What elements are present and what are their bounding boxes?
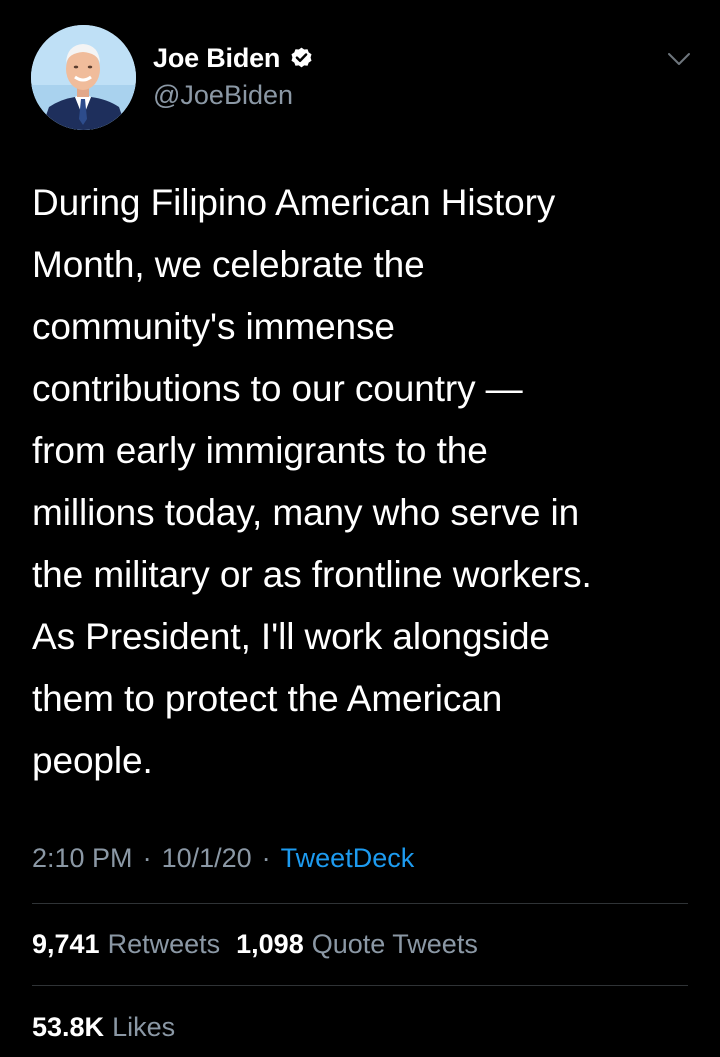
tweet-detail: Joe Biden @JoeBiden During Filipino Amer… <box>0 0 720 1057</box>
avatar[interactable] <box>31 25 136 130</box>
author-handle[interactable]: @JoeBiden <box>153 80 293 111</box>
likes-count: 53.8K <box>32 1011 105 1042</box>
quote-tweets-stat[interactable]: 1,098 Quote Tweets <box>236 929 478 960</box>
likes-stats: 53.8K Likes <box>32 1007 191 1047</box>
quote-tweets-label: Quote Tweets <box>311 928 478 959</box>
divider <box>32 903 688 904</box>
tweet-source-link[interactable]: TweetDeck <box>281 843 415 874</box>
quote-tweets-count: 1,098 <box>236 928 304 959</box>
likes-label: Likes <box>112 1011 176 1042</box>
tweet-date[interactable]: 10/1/20 <box>162 843 252 874</box>
more-options-button[interactable] <box>664 46 694 72</box>
profile-photo-icon <box>31 25 136 130</box>
tweet-time[interactable]: 2:10 PM <box>32 843 133 874</box>
author-name-row[interactable]: Joe Biden <box>153 40 314 76</box>
verified-badge-icon <box>289 46 314 71</box>
divider <box>32 985 688 986</box>
likes-stat[interactable]: 53.8K Likes <box>32 1012 175 1043</box>
tweet-text: During Filipino American History Month, … <box>32 182 592 781</box>
chevron-down-icon <box>668 53 690 65</box>
tweet-meta: 2:10 PM · 10/1/20 · TweetDeck <box>32 838 414 878</box>
retweets-label: Retweets <box>107 928 221 959</box>
retweets-stat[interactable]: 9,741 Retweets <box>32 929 220 960</box>
author-display-name[interactable]: Joe Biden <box>153 43 280 74</box>
meta-separator: · <box>142 842 152 873</box>
retweets-count: 9,741 <box>32 928 100 959</box>
engagement-stats: 9,741 Retweets 1,098 Quote Tweets <box>32 924 494 964</box>
meta-separator: · <box>261 842 271 873</box>
